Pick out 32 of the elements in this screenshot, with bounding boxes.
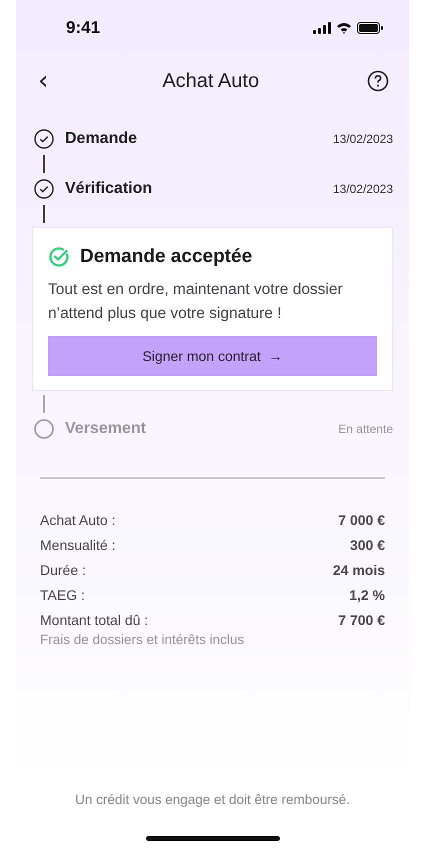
summary-label: Durée :: [40, 562, 86, 578]
summary-label: Achat Auto :: [40, 512, 116, 528]
check-circle-icon: [48, 246, 70, 268]
sign-button[interactable]: Signer mon contrat →: [48, 336, 377, 376]
battery-icon: [357, 22, 383, 34]
step-date: 13/02/2023: [332, 132, 393, 146]
summary-value: 300 €: [350, 536, 385, 552]
card-message: Tout est en ordre, maintenant votre dossier n’attend plus que votre signature !: [48, 280, 344, 324]
page-title: Achat Auto: [162, 70, 260, 92]
step-label: Vérification: [65, 180, 154, 198]
step-label: Demande: [65, 130, 138, 148]
wifi-icon: [336, 22, 352, 34]
status-time: 9:41: [66, 18, 100, 38]
help-icon[interactable]: [367, 70, 389, 92]
empty-circle-icon: [34, 419, 54, 439]
disclaimer-text: Un crédit vous engage et doit être remboursé.: [75, 792, 350, 807]
summary-value: 7 700 €: [338, 612, 385, 628]
check-circle-icon: [34, 179, 54, 199]
step-date: 13/02/2023: [332, 182, 393, 196]
summary-value: 24 mois: [332, 562, 385, 578]
card-title: Demande acceptée: [80, 246, 252, 268]
summary-label: Montant total dû :: [40, 612, 148, 628]
summary-value: 1,2 %: [349, 586, 385, 602]
summary-note: Frais de dossiers et intérêts inclus: [40, 632, 246, 647]
step-label: Versement: [65, 420, 147, 438]
back-button[interactable]: ‹: [32, 68, 54, 94]
signal-icon: [313, 22, 331, 34]
summary-label: TAEG :: [40, 586, 85, 602]
summary-value: 7 000 €: [338, 512, 385, 528]
check-circle-icon: [34, 129, 54, 149]
summary-label: Mensualité :: [40, 536, 116, 552]
step-status: En attente: [338, 422, 393, 436]
